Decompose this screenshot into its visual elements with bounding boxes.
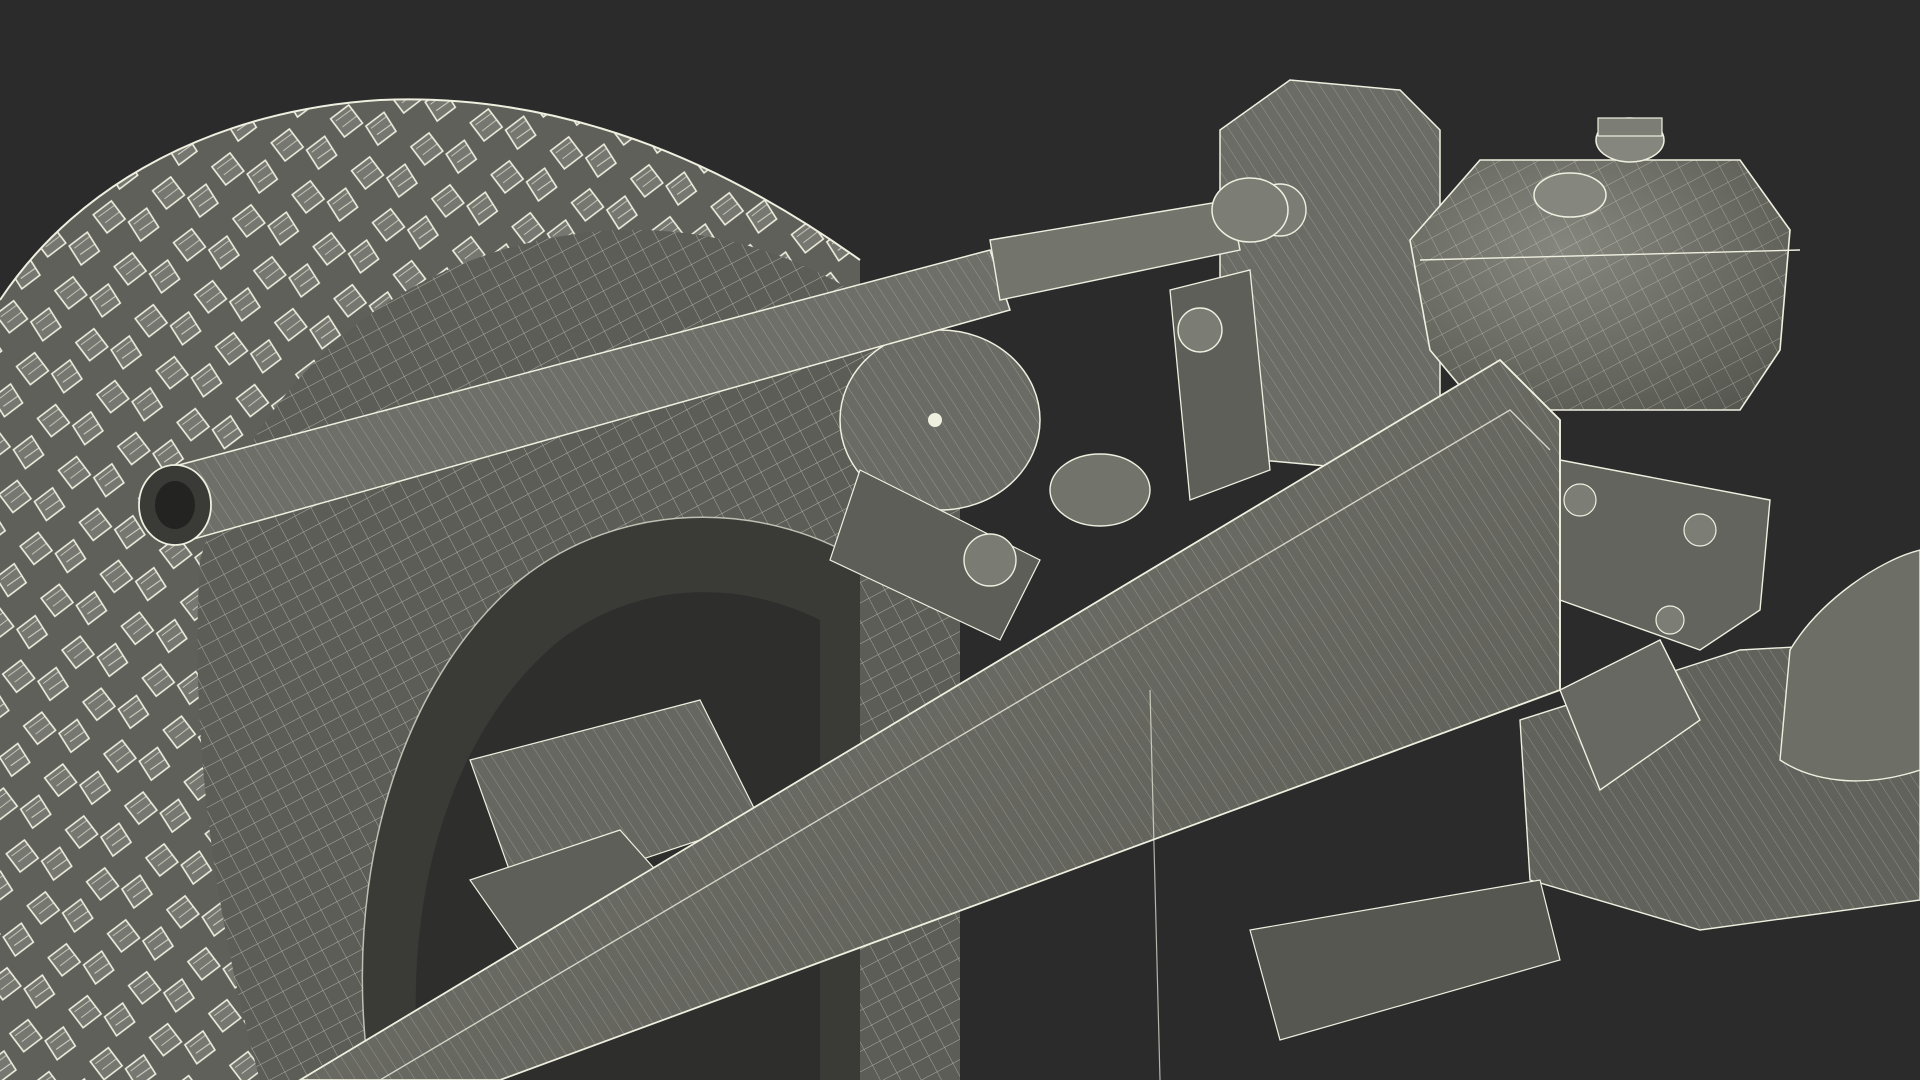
render-viewport	[0, 0, 1920, 1080]
wireframe-scene	[0, 0, 1920, 1080]
